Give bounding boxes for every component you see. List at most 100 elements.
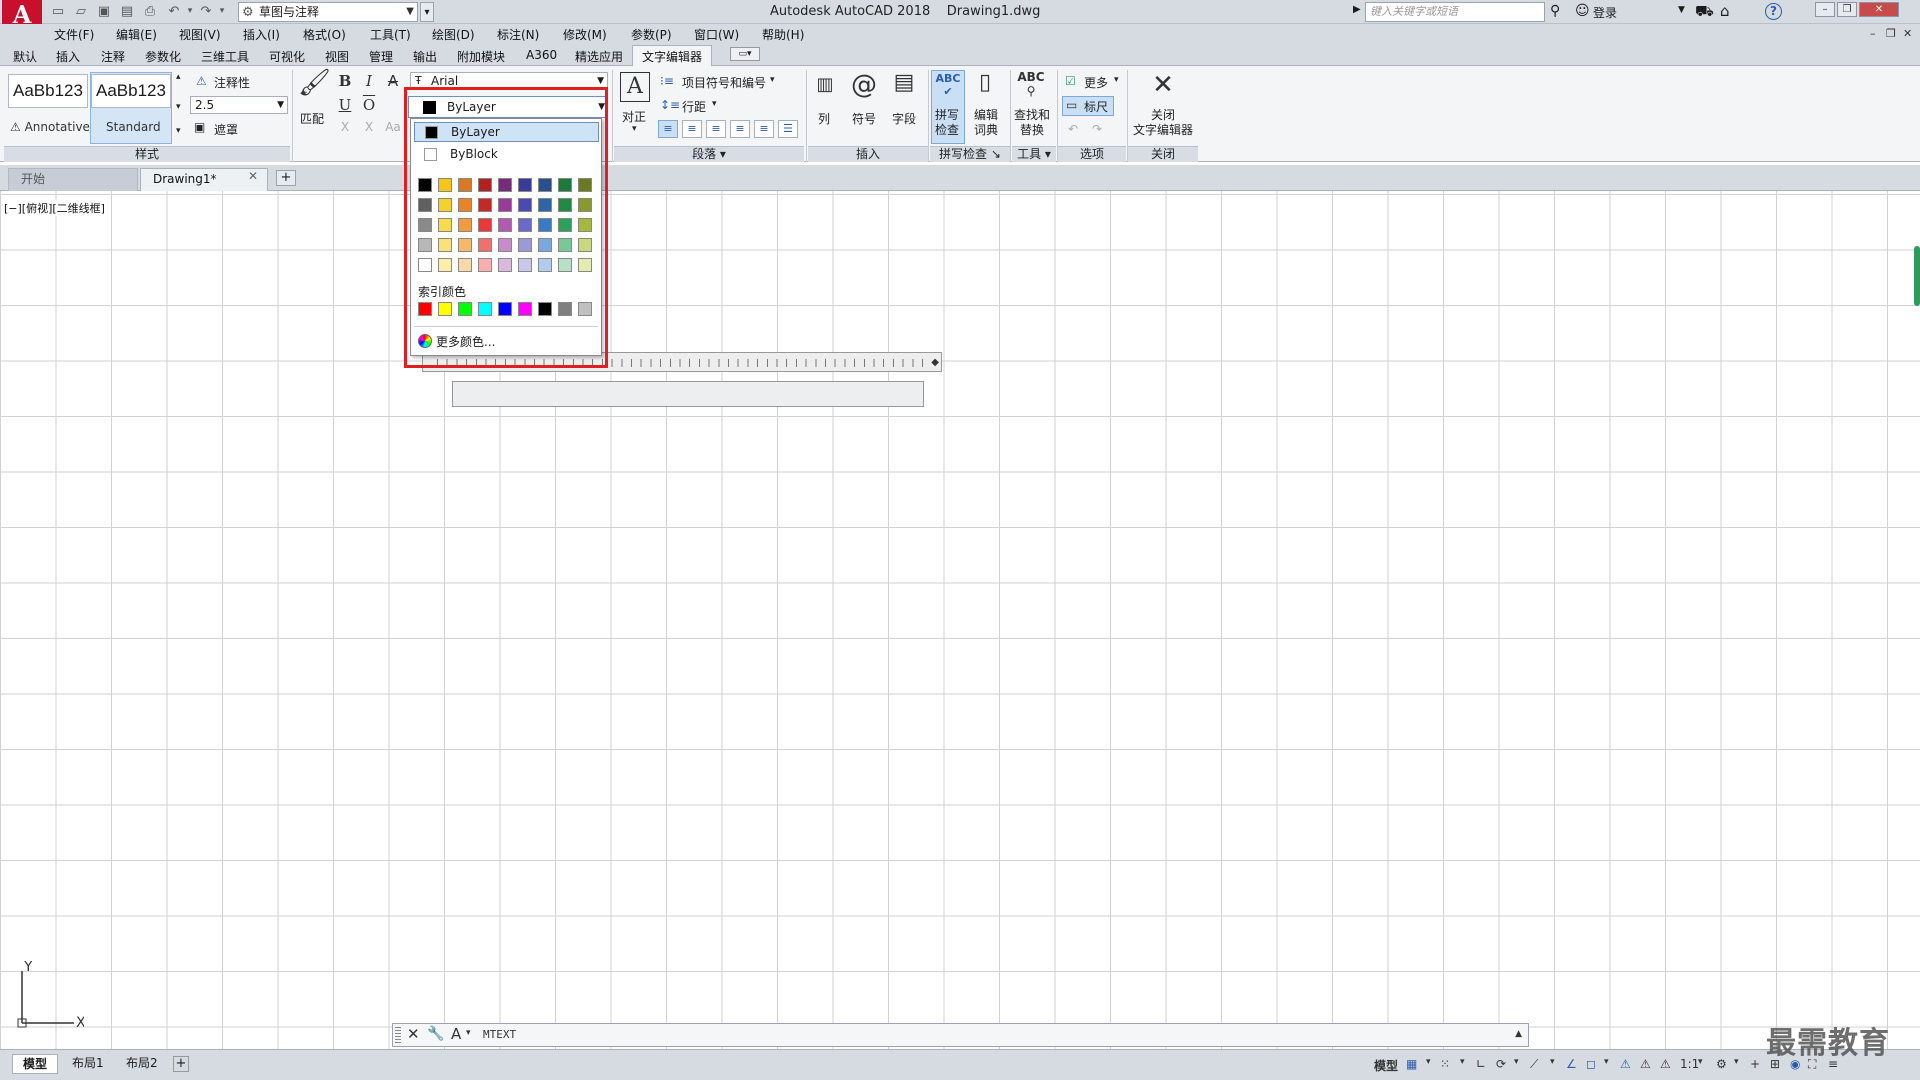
find-replace-label[interactable]: 查找和 替换: [1014, 108, 1050, 138]
columns-label[interactable]: 列: [818, 110, 830, 127]
viewport-controls[interactable]: [−][俯视][二维线框]: [4, 200, 105, 216]
ribbon-minimize-button[interactable]: ▭▾: [730, 47, 760, 61]
mask-button[interactable]: 遮罩: [214, 121, 238, 138]
chevron-down-icon[interactable]: ▾: [1460, 1057, 1465, 1067]
field-icon[interactable]: ▤: [890, 70, 918, 95]
doc-restore-icon[interactable]: ❐: [1886, 27, 1896, 40]
doc-close-icon[interactable]: ✕: [1903, 27, 1912, 40]
a360-icon[interactable]: ⌂: [1720, 2, 1730, 20]
navigation-bar-handle[interactable]: [1914, 246, 1920, 306]
user-icon[interactable]: ☺: [1575, 3, 1590, 19]
annotation-monitor-icon[interactable]: +: [1750, 1057, 1760, 1071]
justify-button[interactable]: ≡: [730, 120, 750, 138]
save-as-icon[interactable]: ▤: [119, 4, 135, 19]
close-editor-label[interactable]: 关闭 文字编辑器: [1132, 108, 1194, 138]
style-standard-swatch[interactable]: AaBb123: [91, 74, 171, 108]
workspace-gear-icon[interactable]: ⚙: [1716, 1057, 1727, 1071]
symbol-icon[interactable]: @: [851, 70, 877, 100]
tab-annotate[interactable]: 注释: [101, 48, 125, 65]
annotation-autoscale-icon[interactable]: ⚠: [1640, 1057, 1651, 1071]
menu-modify[interactable]: 修改(M): [563, 26, 607, 43]
align-right-button[interactable]: ≡: [706, 120, 726, 138]
align-left-button[interactable]: ≡: [658, 120, 678, 138]
login-button[interactable]: 登录: [1593, 4, 1617, 21]
menu-parametric[interactable]: 参数(P): [631, 26, 672, 43]
tab-a360[interactable]: A360: [526, 48, 557, 62]
layout-tab-model[interactable]: 模型: [12, 1054, 59, 1074]
menu-dimension[interactable]: 标注(N): [497, 26, 539, 43]
ruler-width-handle[interactable]: ◆: [931, 357, 939, 368]
drag-handle[interactable]: [395, 1027, 401, 1043]
redo-icon[interactable]: ↷: [198, 4, 214, 19]
tab-visualize[interactable]: 可视化: [269, 48, 305, 65]
tab-parametric[interactable]: 参数化: [145, 48, 181, 65]
menu-view[interactable]: 视图(V): [179, 26, 221, 43]
tab-insert[interactable]: 插入: [56, 48, 80, 65]
undo-dropdown-icon[interactable]: ▾: [182, 4, 198, 19]
subscript-button[interactable]: X: [360, 120, 378, 134]
wrench-icon[interactable]: 🔧: [427, 1026, 444, 1042]
tab-featured-apps[interactable]: 精选应用: [575, 48, 623, 65]
search-input[interactable]: 键入关键字或短语: [1365, 2, 1545, 22]
menu-help[interactable]: 帮助(H): [762, 26, 804, 43]
close-tab-icon[interactable]: ✕: [248, 169, 258, 183]
ortho-icon[interactable]: ∟: [1476, 1057, 1486, 1071]
object-snap-icon[interactable]: ◻: [1586, 1057, 1596, 1071]
change-case-button[interactable]: Aa: [384, 120, 402, 134]
annotation-scale-value[interactable]: 1:1: [1680, 1057, 1699, 1071]
minimize-button[interactable]: –: [1815, 2, 1835, 17]
tab-home[interactable]: 默认: [13, 48, 37, 65]
field-label[interactable]: 字段: [892, 110, 916, 127]
redo-dropdown-icon[interactable]: ▾: [214, 4, 230, 19]
workspace-select[interactable]: ⚙ 草图与注释 ▼: [238, 2, 418, 22]
snap-icon[interactable]: ⁙: [1440, 1057, 1450, 1071]
bullets-button[interactable]: 项目符号和编号: [682, 74, 766, 91]
chevron-down-icon[interactable]: ▾: [466, 1028, 471, 1038]
paragraph-settings-button[interactable]: ☰: [778, 120, 798, 138]
polar-icon[interactable]: ⟳: [1496, 1057, 1506, 1071]
menu-edit[interactable]: 编辑(E): [116, 26, 157, 43]
annotative-toggle[interactable]: 注释性: [214, 74, 250, 91]
justify-label[interactable]: 对正: [622, 108, 646, 125]
menu-window[interactable]: 窗口(W): [694, 26, 739, 43]
chevron-down-icon[interactable]: ▾: [1698, 1057, 1703, 1067]
doc-minimize-icon[interactable]: –: [1870, 27, 1876, 40]
justify-icon[interactable]: A: [620, 72, 650, 102]
scroll-down-icon[interactable]: ▾: [176, 102, 181, 112]
model-space-button[interactable]: 模型: [1374, 1057, 1398, 1074]
tab-view[interactable]: 视图: [325, 48, 349, 65]
tab-start[interactable]: 开始: [8, 168, 138, 191]
open-file-icon[interactable]: ▱: [73, 4, 89, 19]
restore-button[interactable]: ❐: [1837, 2, 1857, 17]
print-icon[interactable]: ⎙: [142, 4, 158, 19]
align-center-button[interactable]: ≡: [682, 120, 702, 138]
tab-text-editor[interactable]: 文字编辑器: [642, 48, 702, 65]
chevron-down-icon[interactable]: ▾: [632, 124, 637, 134]
menu-insert[interactable]: 插入(I): [243, 26, 280, 43]
find-replace-icon[interactable]: ABC ⚲: [1014, 70, 1048, 98]
expand-icon[interactable]: ▾: [176, 126, 181, 136]
undo-icon[interactable]: ↶: [166, 4, 182, 19]
italic-button[interactable]: I: [360, 72, 378, 90]
columns-icon[interactable]: ▥: [814, 74, 836, 95]
match-brush-icon[interactable]: 🖌: [298, 68, 331, 98]
tab-3d-tools[interactable]: 三维工具: [201, 48, 249, 65]
edit-dictionary-label[interactable]: 编辑 词典: [974, 108, 998, 138]
line-spacing-button[interactable]: 行距: [682, 98, 706, 115]
menu-file[interactable]: 文件(F): [54, 26, 94, 43]
close-icon[interactable]: ✕: [407, 1025, 420, 1043]
chevron-down-icon[interactable]: ▾: [770, 75, 775, 85]
scroll-up-icon[interactable]: ▴: [176, 72, 181, 82]
style-annotative-swatch[interactable]: AaBb123: [8, 74, 88, 108]
layout-tab-2[interactable]: 布局2: [116, 1054, 168, 1074]
annotation-visibility-icon[interactable]: ⚠: [1620, 1057, 1631, 1071]
object-snap-tracking-icon[interactable]: ∠: [1566, 1057, 1577, 1071]
text-height-combo[interactable]: 2.5 ▼: [190, 96, 288, 114]
layout-tab-1[interactable]: 布局1: [62, 1054, 114, 1074]
command-line[interactable]: ✕ 🔧 A ▾ MTEXT ▲: [392, 1023, 1529, 1047]
annotation-scale-icon[interactable]: ⚠: [1660, 1057, 1671, 1071]
chevron-down-icon[interactable]: ▾: [1426, 1057, 1431, 1067]
chevron-down-icon[interactable]: ▾: [1514, 1057, 1519, 1067]
strikethrough-button[interactable]: A: [384, 72, 402, 90]
cart-icon[interactable]: ⛟: [1695, 2, 1714, 22]
